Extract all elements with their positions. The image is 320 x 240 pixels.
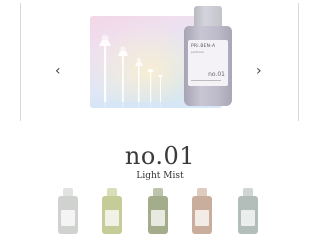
left-divider (20, 3, 21, 121)
bottle-brand: PRi.BEN-A (191, 44, 216, 49)
label-line (191, 80, 221, 81)
chevron-left-icon[interactable]: ‹ (55, 64, 61, 78)
thumbnail-body (58, 196, 78, 234)
bottle-label: PRi.BEN-A perfume no.01 (188, 40, 228, 86)
variant-thumbnail-v2[interactable] (102, 188, 122, 234)
chevron-right-icon[interactable]: › (256, 64, 262, 78)
thumbnail-body (102, 196, 122, 234)
variant-thumbnail-v1[interactable] (58, 188, 78, 234)
bottle-subtitle: perfume (191, 50, 204, 54)
bottle-cap (194, 6, 222, 28)
variant-thumbnail-v3[interactable] (148, 188, 168, 234)
right-divider (298, 3, 299, 121)
variant-thumbnails (0, 186, 320, 240)
thumbnail-label (61, 210, 75, 226)
variant-thumbnail-v4[interactable] (192, 188, 212, 234)
bottle-number: no.01 (208, 71, 225, 78)
thumbnail-label (195, 210, 209, 226)
thumbnail-body (148, 196, 168, 234)
product-bottle: PRi.BEN-A perfume no.01 (182, 6, 240, 106)
product-name: Light Mist (136, 171, 184, 181)
bottle-body: PRi.BEN-A perfume no.01 (184, 26, 232, 106)
thumbnail-label (241, 210, 255, 226)
variant-thumbnail-v5[interactable] (238, 188, 258, 234)
product-title: no.01 (124, 142, 196, 170)
thumbnail-label (151, 210, 165, 226)
thumbnail-body (192, 196, 212, 234)
thumbnail-label (105, 210, 119, 226)
thumbnail-body (238, 196, 258, 234)
